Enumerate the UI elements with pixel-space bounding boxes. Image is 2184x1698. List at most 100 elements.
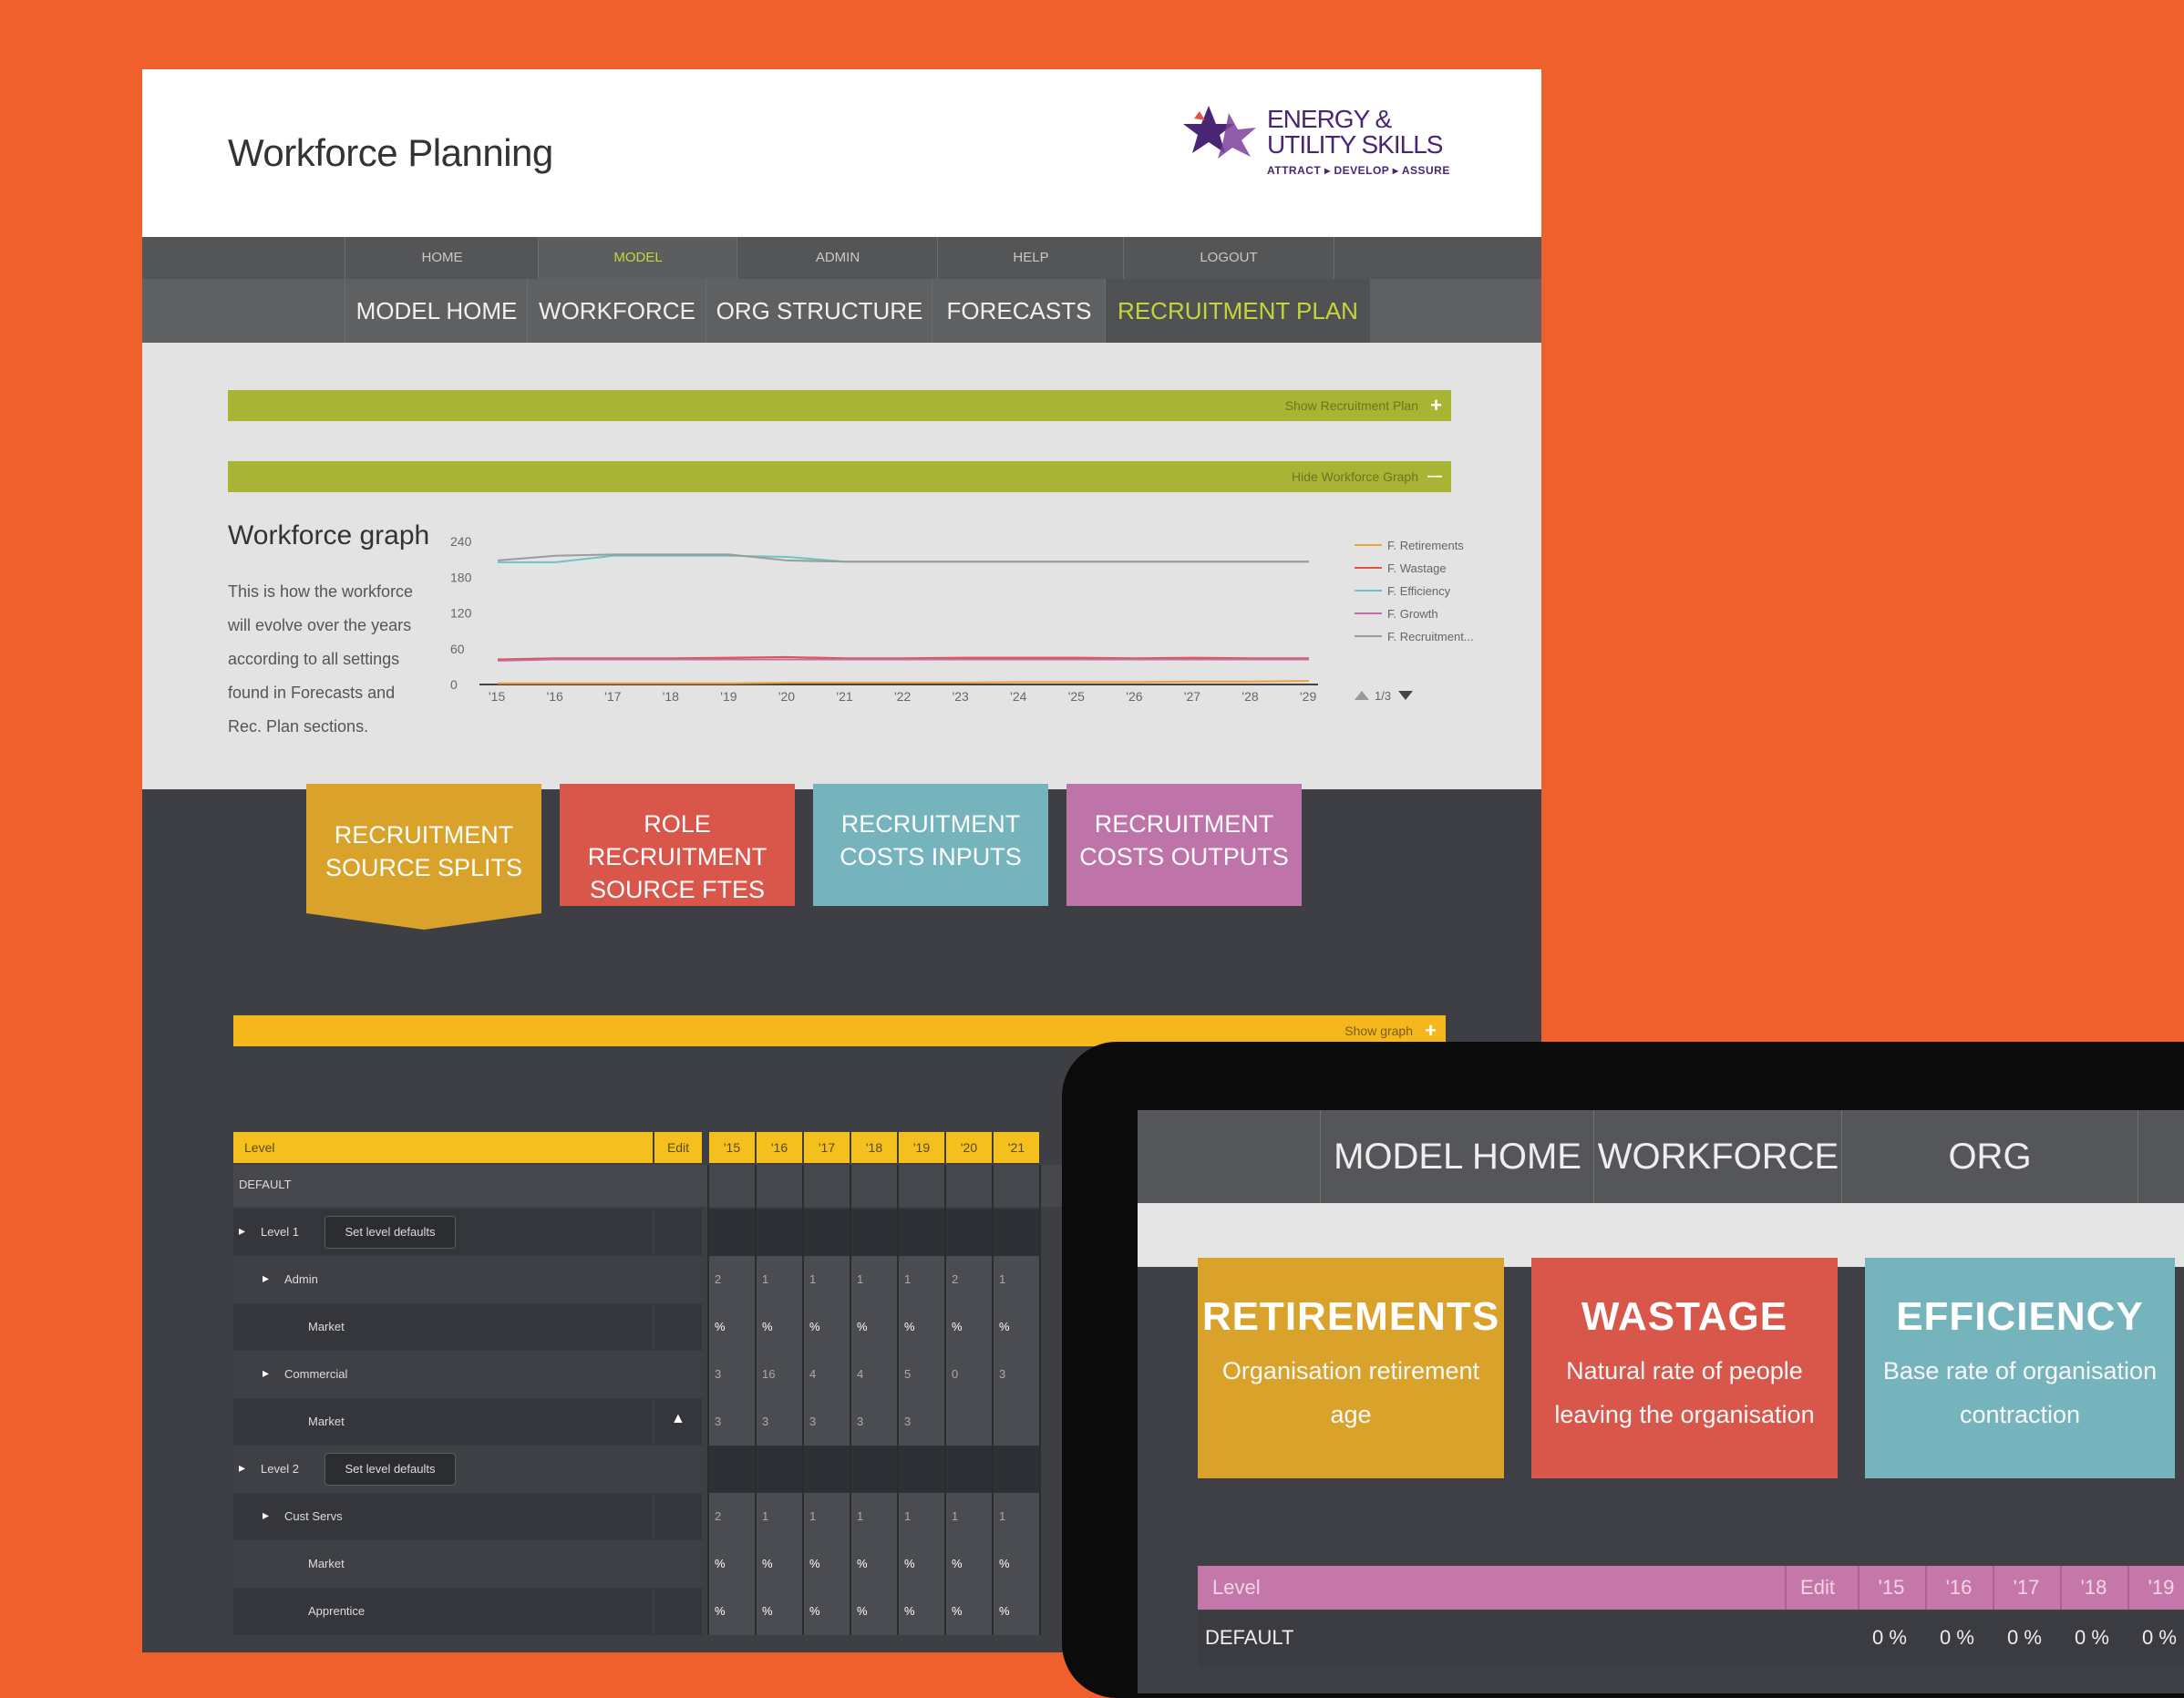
grid-cell[interactable]: % bbox=[857, 1604, 868, 1618]
topnav-model[interactable]: MODEL bbox=[538, 237, 737, 279]
expand-arrow-icon[interactable]: ▸ bbox=[263, 1508, 269, 1523]
x-tick-label: '15 bbox=[489, 689, 505, 704]
grid-cell[interactable]: 1 bbox=[762, 1272, 768, 1286]
card-title: RETIREMENTS bbox=[1201, 1294, 1500, 1339]
grid-cell[interactable]: 1 bbox=[999, 1272, 1005, 1286]
x-tick-label: '17 bbox=[604, 689, 621, 704]
set-level-defaults-button[interactable]: Set level defaults bbox=[325, 1216, 456, 1249]
card-title: WASTAGE bbox=[1581, 1294, 1788, 1339]
grid-cell[interactable]: 4 bbox=[857, 1367, 863, 1381]
card-efficiency[interactable]: EFFICIENCY Base rate of organisation cont… bbox=[1865, 1258, 2175, 1478]
expand-arrow-icon[interactable]: ▸ bbox=[239, 1223, 245, 1239]
tablet-tab-model-home[interactable]: MODEL HOME bbox=[1320, 1110, 1594, 1203]
topnav-logout[interactable]: LOGOUT bbox=[1123, 237, 1334, 279]
tablet-grid-cell[interactable]: 0 % bbox=[1925, 1626, 1989, 1650]
tablet-grid-cell[interactable]: 0 % bbox=[1858, 1626, 1921, 1650]
grid-cell[interactable]: 2 bbox=[952, 1272, 958, 1286]
expand-arrow-icon[interactable]: ▸ bbox=[239, 1460, 245, 1476]
grid-cell[interactable]: 1 bbox=[904, 1272, 911, 1286]
grid-cell[interactable]: 1 bbox=[762, 1509, 768, 1523]
grid-cell[interactable]: 1 bbox=[904, 1509, 911, 1523]
topnav-help[interactable]: HELP bbox=[937, 237, 1124, 279]
main-nav: MODEL HOME WORKFORCE ORG STRUCTURE FOREC… bbox=[142, 279, 1541, 354]
grid-cell[interactable]: % bbox=[762, 1557, 773, 1570]
tablet-main-nav: MODEL HOME WORKFORCE ORG STRUCTURE bbox=[1138, 1110, 2184, 1270]
grid-cell[interactable]: % bbox=[999, 1557, 1010, 1570]
grid-cell[interactable]: % bbox=[952, 1320, 963, 1333]
topnav-home[interactable]: HOME bbox=[345, 237, 539, 279]
grid-row-label: Apprentice bbox=[308, 1604, 366, 1618]
grid-cell[interactable]: 1 bbox=[809, 1509, 816, 1523]
grid-cell[interactable]: 5 bbox=[904, 1367, 911, 1381]
grid-cell[interactable]: % bbox=[715, 1320, 726, 1333]
grid-cell[interactable]: 2 bbox=[715, 1509, 721, 1523]
grid-cell[interactable]: 0 bbox=[952, 1367, 958, 1381]
card-subtitle: Organisation retirement age bbox=[1198, 1349, 1504, 1436]
card-wastage[interactable]: WASTAGE Natural rate of people leaving th… bbox=[1531, 1258, 1838, 1478]
grid-cell[interactable]: 1 bbox=[857, 1509, 863, 1523]
brand-logo[interactable]: ENERGY & UTILITY SKILLS ATTRACT ▸ DEVELO… bbox=[1181, 102, 1482, 184]
x-tick-label: '20 bbox=[778, 689, 795, 704]
y-tick-label: 0 bbox=[450, 677, 458, 692]
grid-cell[interactable]: 3 bbox=[904, 1415, 911, 1428]
grid-row-label: Commercial bbox=[284, 1367, 348, 1381]
tablet-grid-cell[interactable]: 0 % bbox=[1993, 1626, 2056, 1650]
tab-recruitment-costs-inputs[interactable]: RECRUITMENT COSTS INPUTS bbox=[813, 784, 1048, 906]
tab-label-line1: ROLE RECRUITMENT bbox=[587, 810, 767, 870]
set-level-defaults-button[interactable]: Set level defaults bbox=[325, 1453, 456, 1486]
grid-cell[interactable]: % bbox=[952, 1604, 963, 1618]
grid-cell[interactable]: % bbox=[762, 1320, 773, 1333]
grid-cell[interactable]: % bbox=[809, 1604, 820, 1618]
tab-recruitment-plan[interactable]: RECRUITMENT PLAN bbox=[1105, 279, 1370, 343]
grid-cell[interactable]: % bbox=[762, 1604, 773, 1618]
grid-cell[interactable]: 1 bbox=[999, 1509, 1005, 1523]
grid-cell[interactable]: % bbox=[952, 1557, 963, 1570]
grid-cell[interactable]: 16 bbox=[762, 1367, 775, 1381]
grid-cell[interactable]: % bbox=[904, 1557, 915, 1570]
grid-cell[interactable]: % bbox=[809, 1557, 820, 1570]
tablet-tab-org-structure[interactable]: ORG STRUCTURE bbox=[1841, 1110, 2138, 1270]
grid-cell[interactable]: 3 bbox=[715, 1415, 721, 1428]
grid-cell[interactable]: % bbox=[809, 1320, 820, 1333]
grid-cell[interactable]: 1 bbox=[952, 1509, 958, 1523]
grid-cell[interactable]: 1 bbox=[809, 1272, 816, 1286]
grid-header-level: Level bbox=[233, 1132, 653, 1163]
grid-cell[interactable]: % bbox=[857, 1557, 868, 1570]
tab-role-recruitment-source-ftes[interactable]: ROLE RECRUITMENT SOURCE FTES bbox=[560, 784, 795, 906]
x-tick-label: '16 bbox=[547, 689, 563, 704]
legend-label: F. Recruitment... bbox=[1387, 630, 1474, 643]
tab-forecasts[interactable]: FORECASTS bbox=[932, 279, 1106, 343]
tab-model-home[interactable]: MODEL HOME bbox=[345, 279, 528, 343]
grid-cell[interactable]: % bbox=[904, 1604, 915, 1618]
grid-cell[interactable]: 4 bbox=[809, 1367, 816, 1381]
grid-cell[interactable]: % bbox=[904, 1320, 915, 1333]
grid-cell[interactable]: % bbox=[715, 1604, 726, 1618]
tablet-tab-workforce[interactable]: WORKFORCE bbox=[1593, 1110, 1842, 1203]
grid-column-divider bbox=[802, 1165, 804, 1635]
grid-header-edit: Edit bbox=[654, 1132, 702, 1163]
grid-cell[interactable]: 3 bbox=[715, 1367, 721, 1381]
grid-cell[interactable]: 1 bbox=[857, 1272, 863, 1286]
grid-cell[interactable]: 3 bbox=[809, 1415, 816, 1428]
expand-arrow-icon[interactable]: ▸ bbox=[263, 1365, 269, 1381]
grid-cell[interactable]: % bbox=[999, 1320, 1010, 1333]
hide-workforce-graph-bar[interactable]: Hide Workforce Graph — bbox=[228, 461, 1451, 492]
topnav-admin[interactable]: ADMIN bbox=[737, 237, 938, 279]
grid-cell[interactable]: 3 bbox=[762, 1415, 768, 1428]
show-recruitment-plan-bar[interactable]: Show Recruitment Plan + bbox=[228, 390, 1451, 421]
grid-cell[interactable]: % bbox=[999, 1604, 1010, 1618]
grid-cell[interactable]: 3 bbox=[999, 1367, 1005, 1381]
grid-cell[interactable]: 3 bbox=[857, 1415, 863, 1428]
tablet-grid-cell[interactable]: 0 % bbox=[2127, 1626, 2184, 1650]
tab-recruitment-source-splits[interactable]: RECRUITMENT SOURCE SPLITS bbox=[306, 784, 541, 930]
grid-cell[interactable]: 2 bbox=[715, 1272, 721, 1286]
grid-cell[interactable]: % bbox=[715, 1557, 726, 1570]
card-retirements[interactable]: RETIREMENTS Organisation retirement age bbox=[1198, 1258, 1504, 1478]
tab-recruitment-costs-outputs[interactable]: RECRUITMENT COSTS OUTPUTS bbox=[1066, 784, 1302, 906]
tab-workforce[interactable]: WORKFORCE bbox=[527, 279, 706, 343]
tab-org-structure[interactable]: ORG STRUCTURE bbox=[706, 279, 932, 343]
app-header: Workforce Planning ENERGY & UTILITY SKIL… bbox=[142, 69, 1541, 237]
tablet-grid-cell[interactable]: 0 % bbox=[2060, 1626, 2124, 1650]
expand-arrow-icon[interactable]: ▸ bbox=[263, 1271, 269, 1286]
grid-cell[interactable]: % bbox=[857, 1320, 868, 1333]
